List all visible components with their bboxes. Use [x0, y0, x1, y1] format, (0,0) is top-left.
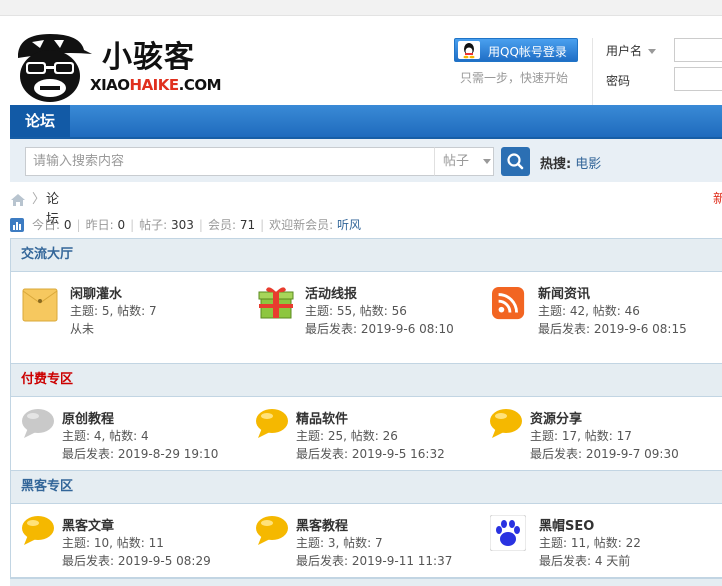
forum-name[interactable]: 活动线报 [305, 283, 357, 302]
search-icon [507, 153, 524, 170]
paw-icon [490, 515, 526, 551]
folder-icon [22, 288, 58, 322]
forum-counts: 主题: 25, 帖数: 26 [296, 429, 398, 443]
search-scope-select[interactable]: 帖子 [434, 147, 494, 176]
forum-item[interactable]: 黑帽SEO 主题: 11, 帖数: 22 最后发表: 4 天前 [490, 515, 716, 577]
nav-tab-forum[interactable]: 论坛 [10, 105, 70, 137]
hot-search: 热搜: 电影 [540, 153, 601, 172]
password-label: 密码 [606, 74, 631, 88]
stat-yesterday-label: 昨日: [85, 218, 114, 232]
logo-domain: XIAOHAIKE.COM [90, 76, 222, 94]
search-button[interactable] [501, 147, 530, 176]
forum-name[interactable]: 精品软件 [296, 408, 348, 427]
qq-login-button[interactable]: 用QQ帐号登录 [454, 38, 578, 62]
forum-name[interactable]: 资源分享 [530, 408, 582, 427]
forum-name[interactable]: 黑客教程 [296, 515, 348, 534]
forum-name[interactable]: 闲聊灌水 [70, 283, 122, 302]
forum-counts: 主题: 4, 帖数: 4 [62, 429, 149, 443]
forum-item[interactable]: 闲聊灌水 主题: 5, 帖数: 7 从未 [22, 283, 242, 345]
forum-last-post: 最后发表: 2019-9-5 08:29 [62, 554, 211, 568]
breadcrumb-separator: 〉 [32, 192, 46, 207]
forum-name[interactable]: 黑客文章 [62, 515, 114, 534]
forum-last-post: 最后发表: 4 天前 [539, 554, 631, 568]
forum-name[interactable]: 原创教程 [62, 408, 114, 427]
forum-last-post: 最后发表: 2019-9-6 08:15 [538, 322, 687, 336]
forum-item[interactable]: 精品软件 主题: 25, 帖数: 26 最后发表: 2019-9-5 16:32 [254, 408, 474, 470]
search-input[interactable]: 请输入搜索内容 [25, 147, 435, 176]
bar-chart-icon [10, 218, 24, 232]
stat-members: 71 [239, 218, 256, 232]
forum-item[interactable]: 活动线报 主题: 55, 帖数: 56 最后发表: 2019-9-6 08:10 [258, 283, 478, 345]
stat-today-label: 今日: [32, 218, 61, 232]
hacker-mascot-icon [18, 34, 92, 102]
stat-posts: 303 [171, 218, 194, 232]
chevron-down-icon [648, 49, 657, 54]
forum-counts: 主题: 17, 帖数: 17 [530, 429, 632, 443]
forum-last-post: 最后发表: 2019-8-29 19:10 [62, 447, 219, 461]
stat-today: 0 [63, 218, 72, 232]
forum-counts: 主题: 55, 帖数: 56 [305, 304, 407, 318]
forum-counts: 主题: 3, 帖数: 7 [296, 536, 383, 550]
forum-name[interactable]: 新闻资讯 [538, 283, 590, 302]
qq-login-tip: 只需一步，快速开始 [460, 71, 569, 85]
newest-member-link[interactable]: 听风 [337, 218, 361, 232]
gray-bubble-icon [22, 409, 54, 438]
forum-counts: 主题: 10, 帖数: 11 [62, 536, 164, 550]
logo-title: 小骇客 [102, 40, 195, 75]
forum-last-post: 最后发表: 2019-9-6 08:10 [305, 322, 454, 336]
forum-item[interactable]: 黑客文章 主题: 10, 帖数: 11 最后发表: 2019-9-5 08:29 [20, 515, 240, 577]
forum-last-post: 最后发表: 2019-9-11 11:37 [296, 554, 453, 568]
yellow-bubble-icon [256, 516, 288, 545]
section-title[interactable]: 付费专区 [11, 364, 722, 397]
forum-counts: 主题: 5, 帖数: 7 [70, 304, 157, 318]
hot-search-link[interactable]: 电影 [575, 157, 601, 172]
qq-penguin-icon [458, 41, 480, 59]
main-nav: 论坛 [10, 105, 722, 139]
site-logo[interactable]: 小骇客 XIAOHAIKE.COM [10, 28, 222, 108]
forum-last-post: 从未 [70, 322, 95, 336]
forum-name[interactable]: 黑帽SEO [539, 515, 594, 534]
stat-members-label: 会员: [207, 218, 236, 232]
stat-posts-label: 帖子: [139, 218, 168, 232]
header-divider [592, 38, 593, 108]
forum-counts: 主题: 42, 帖数: 46 [538, 304, 640, 318]
stat-welcome-label: 欢迎新会员: [269, 218, 334, 232]
yellow-bubble-icon [22, 516, 54, 545]
qq-login-label: 用QQ帐号登录 [488, 45, 567, 59]
breadcrumb-right-link[interactable]: 新 [713, 190, 722, 210]
password-field[interactable] [674, 67, 722, 91]
forum-item[interactable]: 黑客教程 主题: 3, 帖数: 7 最后发表: 2019-9-11 11:37 [254, 515, 474, 577]
section-title[interactable]: 交流大厅 [11, 239, 722, 272]
forum-last-post: 最后发表: 2019-9-7 09:30 [530, 447, 679, 461]
forum-last-post: 最后发表: 2019-9-5 16:32 [296, 447, 445, 461]
search-bar: 请输入搜索内容 帖子 热搜: 电影 [10, 139, 722, 182]
home-icon[interactable] [10, 193, 26, 207]
hot-search-label: 热搜: [540, 157, 572, 172]
forum-item[interactable]: 新闻资讯 主题: 42, 帖数: 46 最后发表: 2019-9-6 08:15 [492, 283, 717, 345]
top-strip [0, 0, 722, 16]
stat-yesterday: 0 [117, 218, 126, 232]
forum-counts: 主题: 11, 帖数: 22 [539, 536, 641, 550]
username-field[interactable] [674, 38, 722, 62]
yellow-bubble-icon [256, 409, 288, 438]
rss-icon [492, 287, 525, 320]
gift-icon [258, 287, 294, 319]
site-header: 小骇客 XIAOHAIKE.COM 用QQ帐号登录 只需一步，快速开始 用户名 … [0, 16, 722, 108]
forum-item[interactable]: 资源分享 主题: 17, 帖数: 17 最后发表: 2019-9-7 09:30 [488, 408, 716, 470]
section-title[interactable]: 黑客专区 [11, 471, 722, 504]
forum-item[interactable]: 原创教程 主题: 4, 帖数: 4 最后发表: 2019-8-29 19:10 [20, 408, 240, 470]
yellow-bubble-icon [490, 409, 522, 438]
chevron-down-icon [483, 159, 492, 164]
username-label[interactable]: 用户名 [606, 42, 657, 59]
next-section-edge [10, 578, 722, 586]
